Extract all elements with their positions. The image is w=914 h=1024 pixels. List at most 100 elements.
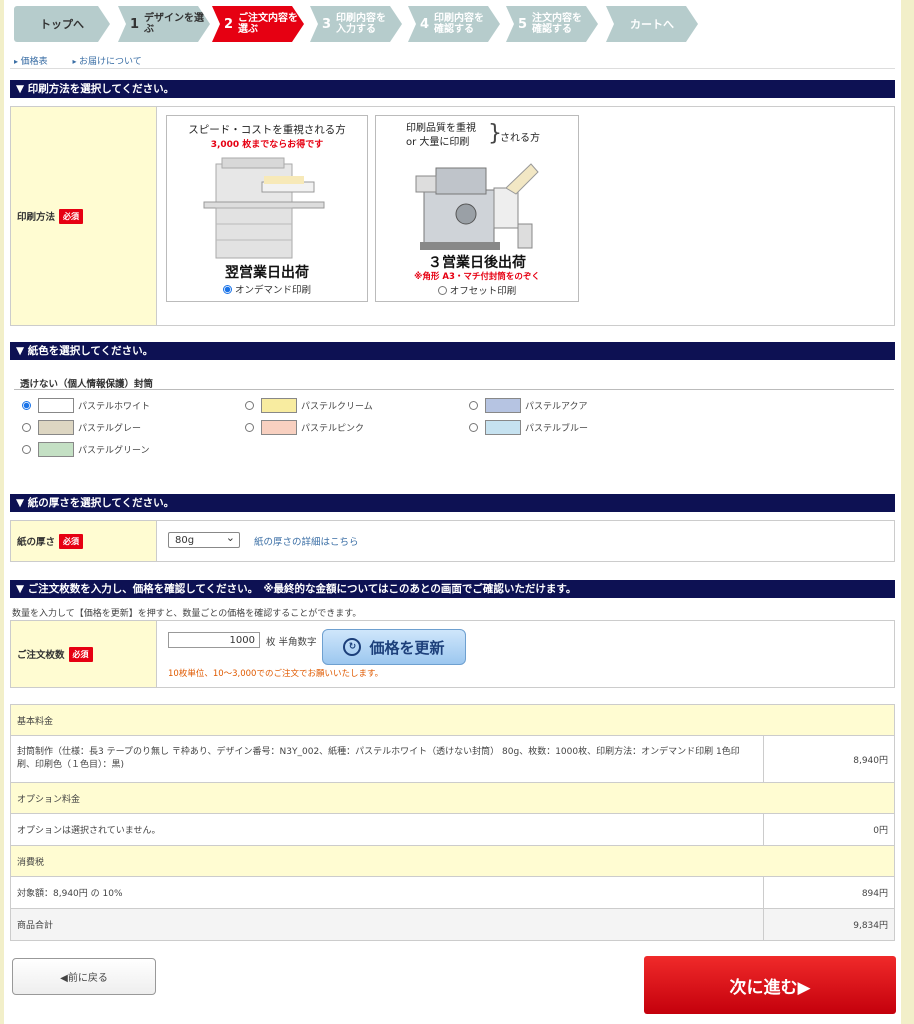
color-radio[interactable]	[245, 423, 254, 432]
headline-line: される方	[500, 133, 540, 144]
step-label: トップへ	[40, 17, 84, 31]
color-chip	[38, 398, 74, 413]
color-chip	[38, 442, 74, 457]
color-chip	[38, 420, 74, 435]
thickness-label: 紙の厚さ 必須	[11, 521, 157, 561]
color-label: パステルピンク	[301, 424, 365, 434]
step-1[interactable]: 1 デザインを選ぶ	[118, 6, 210, 42]
ondemand-radio-row[interactable]: オンデマンド印刷	[167, 282, 367, 296]
color-label: パステルグレー	[78, 424, 142, 434]
radio-label: オンデマンド印刷	[234, 285, 311, 296]
card-subline: 3,000 枚までならお得です	[210, 140, 324, 150]
sub-links: 価格表 お届けについて	[14, 54, 164, 67]
paper-color-heading: ▼ 紙色を選択してください。	[10, 342, 895, 360]
option-fee-header: オプション料金	[10, 782, 895, 814]
step-label: ご注文内容を 選ぶ	[238, 13, 299, 35]
color-chip	[261, 420, 297, 435]
step-number: 1	[130, 16, 140, 32]
refresh-icon: ↻	[343, 638, 362, 656]
step-5: 5 注文内容を 確認する	[506, 6, 598, 42]
thickness-box: 紙の厚さ 必須	[10, 520, 895, 562]
price-table: 基本料金 封筒制作（仕様：長3 テープのり無し 〒枠あり、デザイン番号：N3Y_…	[10, 704, 895, 941]
step-top[interactable]: トップへ	[14, 6, 110, 42]
paper-group-title: 透けない（個人情報保護）封筒	[20, 379, 154, 390]
ondemand-radio[interactable]	[222, 285, 232, 294]
color-option[interactable]: パステルグレー	[22, 420, 141, 435]
base-fee-amount: 8,940円	[763, 735, 895, 783]
field-label: 印刷方法	[17, 212, 56, 223]
divider	[10, 68, 895, 69]
ship-time: 翌営業日出荷	[225, 265, 309, 281]
button-label: 価格を更新	[369, 638, 445, 657]
option-fee-desc: オプションは選択されていません。	[10, 813, 764, 846]
step-2: 2 ご注文内容を 選ぶ	[212, 6, 304, 42]
step-bar: トップへ 1 デザインを選ぶ 2 ご注文内容を 選ぶ 3 印刷内容を 入力する …	[14, 6, 894, 42]
color-option[interactable]: パステルクリーム	[245, 398, 373, 413]
step-number: 4	[420, 16, 430, 32]
quantity-input[interactable]: 1000	[168, 632, 260, 648]
color-radio[interactable]	[22, 445, 31, 454]
offset-printer-image	[415, 163, 539, 250]
step-label: デザインを選ぶ	[144, 13, 205, 35]
print-method-label: 印刷方法 必須	[11, 107, 157, 325]
color-option[interactable]: パステルブルー	[469, 420, 588, 435]
delivery-info-link[interactable]: お届けについて	[72, 57, 141, 67]
quantity-intro: 数量を入力して【価格を更新】を押すと、数量ごとの価格を確認することができます。	[12, 609, 362, 619]
required-badge: 必須	[59, 533, 84, 549]
select-value: 80g	[175, 535, 195, 546]
color-radio[interactable]	[22, 423, 31, 432]
ship-time: ３営業日後出荷	[428, 255, 526, 271]
required-badge: 必須	[68, 646, 93, 662]
step-number: 2	[224, 16, 234, 32]
step-label: カートへ	[630, 17, 674, 31]
offset-card[interactable]: 印刷品質を重視 or 大量に印刷 } される方 ３営業日後出荷 ※角形 A3・マ…	[375, 115, 579, 302]
color-option[interactable]: パステルグリーン	[22, 442, 150, 457]
price-list-link[interactable]: 価格表	[14, 57, 48, 67]
total-amount: 9,834円	[763, 908, 895, 941]
base-fee-desc: 封筒制作（仕様：長3 テープのり無し 〒枠あり、デザイン番号：N3Y_002、紙…	[10, 735, 764, 783]
back-button[interactable]: ◀前に戻る	[12, 958, 156, 995]
divider	[14, 389, 894, 390]
step-cart[interactable]: カートへ	[606, 6, 698, 42]
color-label: パステルブルー	[525, 424, 589, 434]
step-number: 5	[518, 16, 528, 32]
card-headline: スピード・コストを重視される方	[188, 124, 346, 136]
color-label: パステルグリーン	[78, 446, 150, 456]
headline-line: or 大量に印刷	[406, 137, 470, 148]
color-radio[interactable]	[469, 401, 478, 410]
next-button[interactable]: 次に進む▶	[644, 956, 896, 1014]
update-price-button[interactable]: ↻ 価格を更新	[322, 629, 466, 665]
color-chip	[485, 420, 521, 435]
field-label: 紙の厚さ	[17, 537, 56, 548]
ondemand-printer-image	[203, 157, 325, 259]
total-label: 商品合計	[10, 908, 764, 941]
offset-headline: 印刷品質を重視 or 大量に印刷	[406, 122, 476, 150]
print-method-box: 印刷方法 必須 スピード・コストを重視される方 3,000 枚までならお得です …	[10, 106, 895, 326]
color-chip	[485, 398, 521, 413]
tax-desc: 対象額：8,940円 の 10%	[10, 876, 764, 909]
tax-header: 消費税	[10, 845, 895, 877]
step-4: 4 印刷内容を 確認する	[408, 6, 500, 42]
quantity-heading: ▼ ご注文枚数を入力し、価格を確認してください。 ※最終的な金額についてはこのあ…	[10, 580, 895, 598]
color-label: パステルアクア	[525, 402, 588, 412]
thickness-heading: ▼ 紙の厚さを選択してください。	[10, 494, 895, 512]
color-option[interactable]: パステルピンク	[245, 420, 364, 435]
color-option[interactable]: パステルホワイト	[22, 398, 150, 413]
offset-radio-row[interactable]: オフセット印刷	[376, 283, 578, 297]
ondemand-card[interactable]: スピード・コストを重視される方 3,000 枚までならお得です 翌営業日出荷 オ…	[166, 115, 368, 302]
step-label: 印刷内容を 確認する	[434, 13, 485, 35]
quantity-label: ご注文枚数 必須	[11, 621, 157, 687]
color-radio[interactable]	[469, 423, 478, 432]
thickness-select[interactable]: 80g	[168, 530, 240, 548]
color-radio[interactable]	[22, 401, 31, 410]
color-label: パステルクリーム	[301, 402, 373, 412]
radio-label: オフセット印刷	[449, 286, 517, 297]
color-option[interactable]: パステルアクア	[469, 398, 588, 413]
headline-line: 印刷品質を重視	[406, 123, 476, 134]
print-method-heading: ▼ 印刷方法を選択してください。	[10, 80, 895, 98]
quantity-unit: 枚 半角数字	[266, 637, 317, 648]
thickness-detail-link[interactable]: 紙の厚さの詳細はこちら	[254, 534, 359, 548]
step-number: 3	[322, 16, 332, 32]
color-radio[interactable]	[245, 401, 254, 410]
offset-radio[interactable]	[437, 286, 447, 295]
